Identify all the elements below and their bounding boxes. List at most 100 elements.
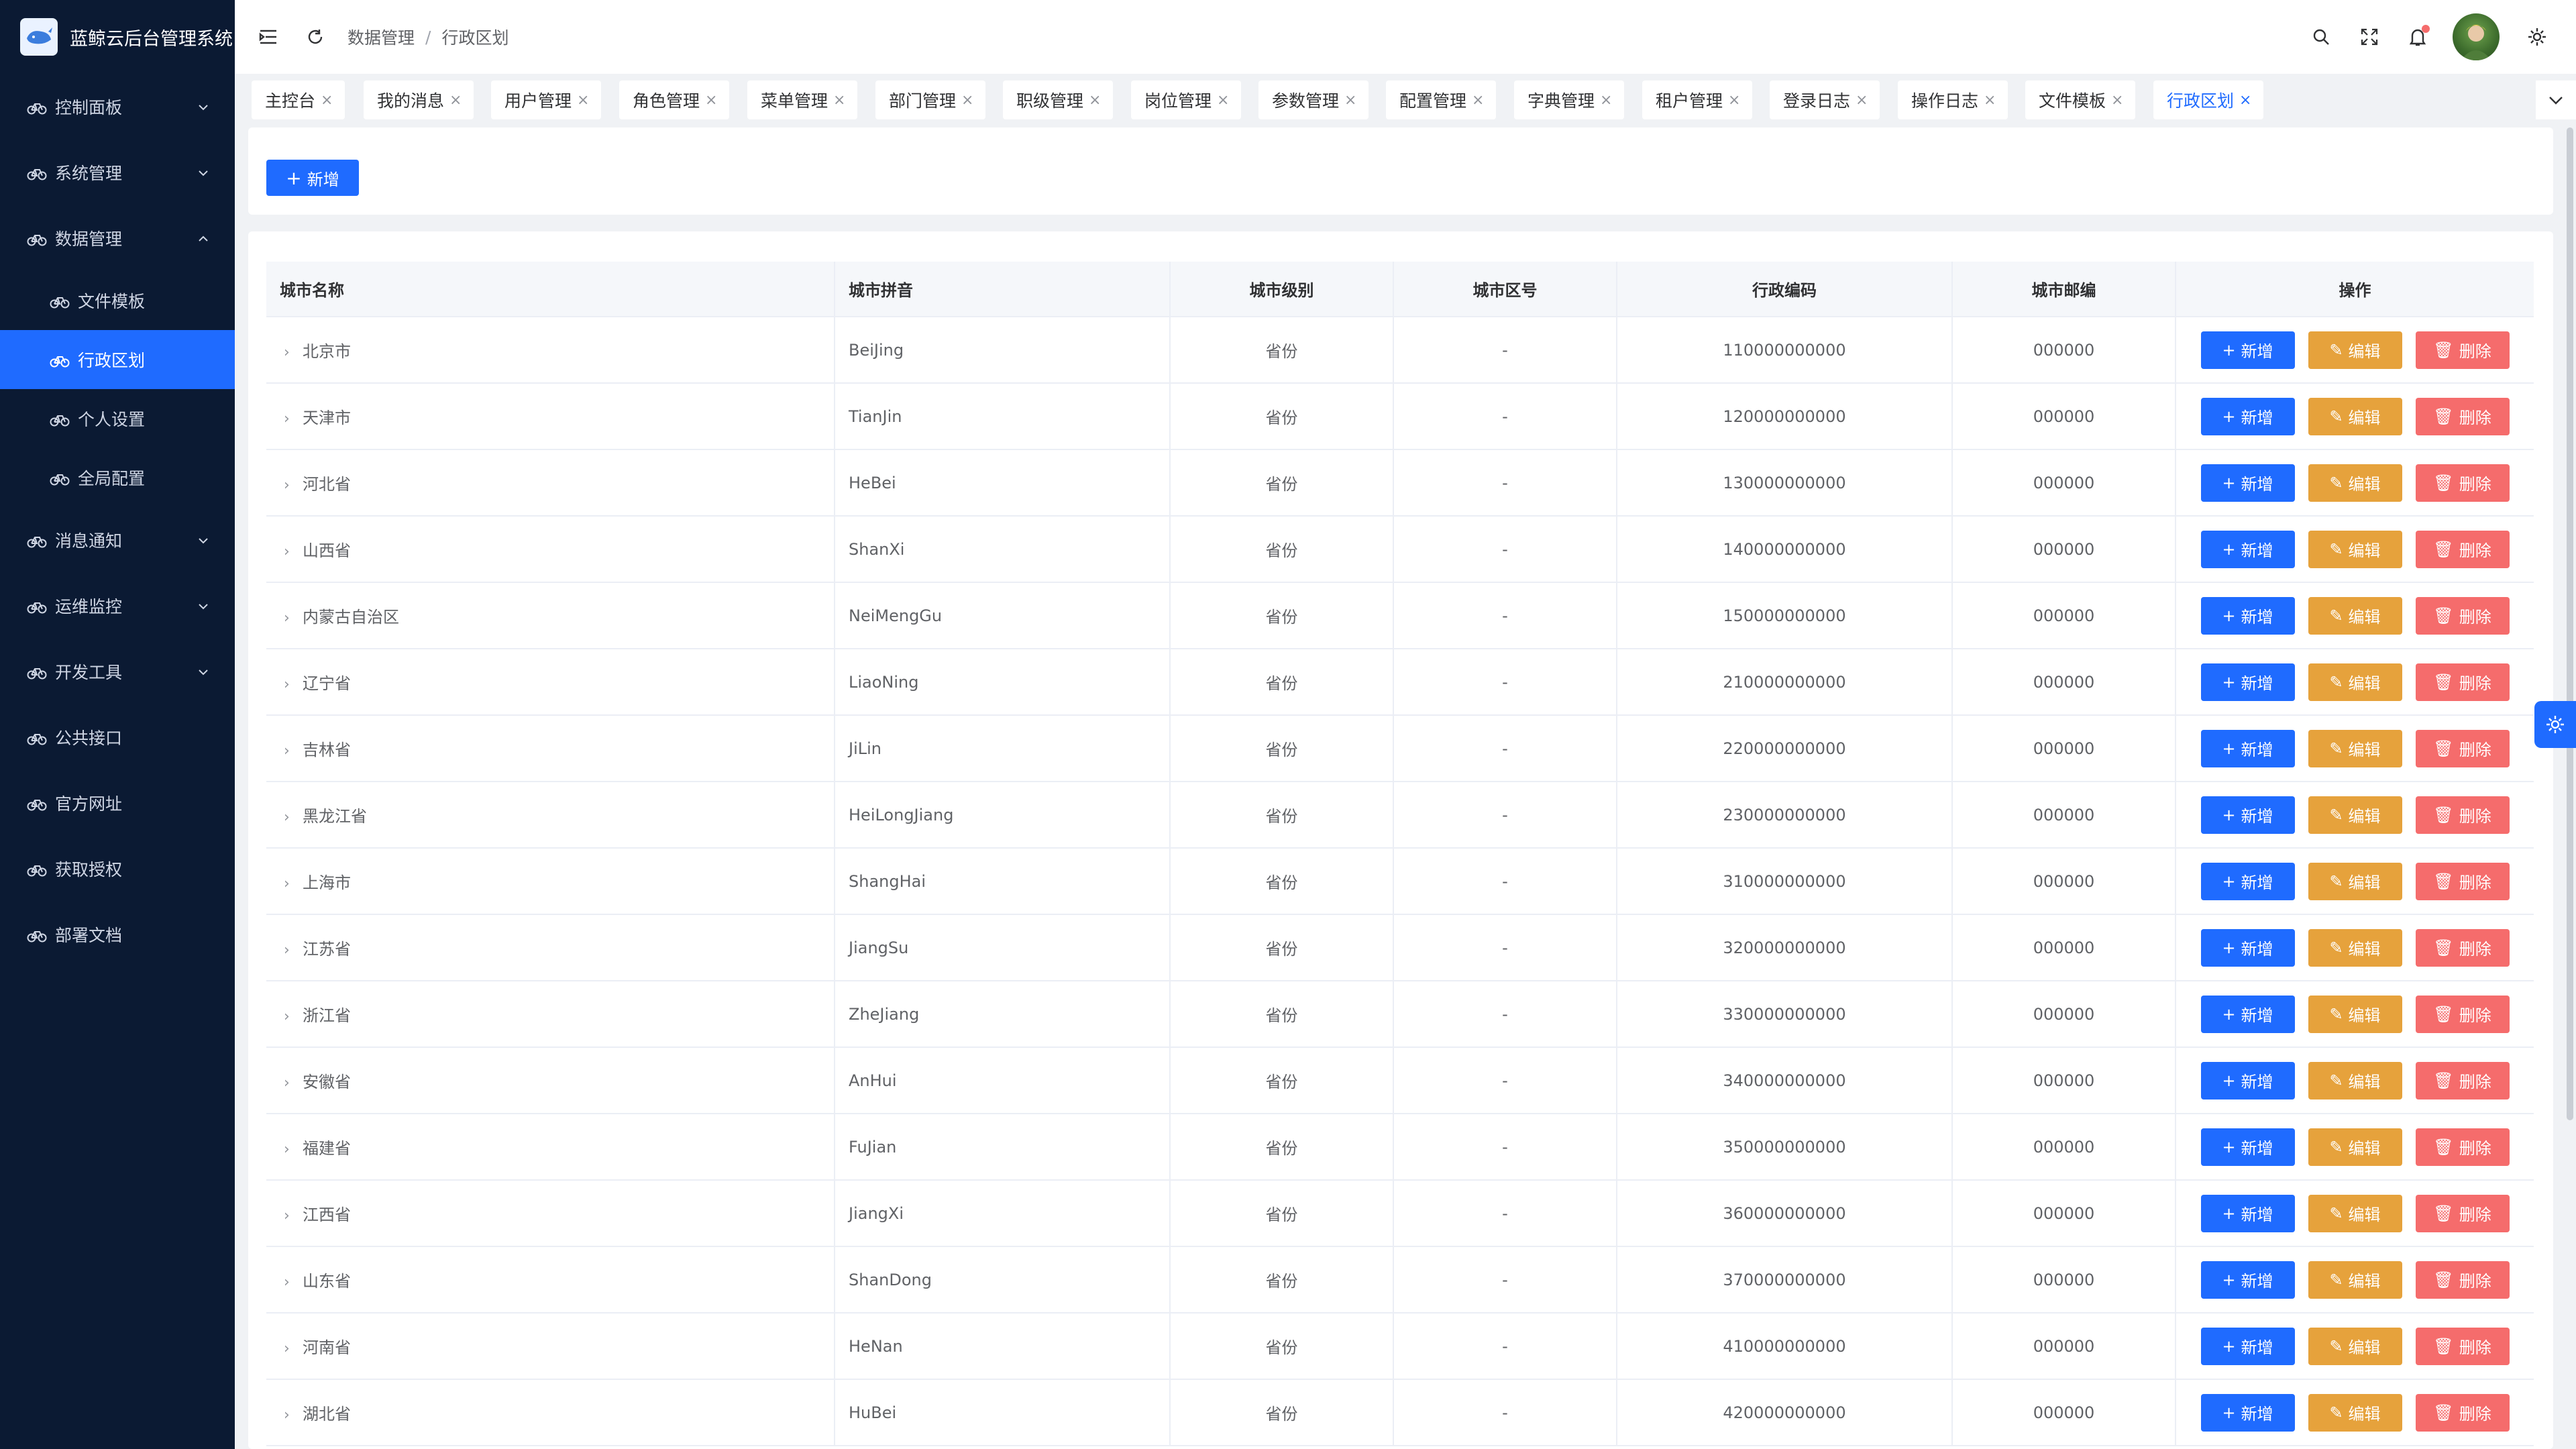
row-delete-button[interactable]: 🗑 删除 (2415, 796, 2510, 834)
close-icon[interactable]: × (833, 92, 845, 109)
row-edit-button[interactable]: ✎ 编辑 (2308, 331, 2402, 369)
row-delete-button[interactable]: 🗑 删除 (2415, 1393, 2510, 1432)
close-icon[interactable]: × (1344, 92, 1356, 109)
row-delete-button[interactable]: 🗑 删除 (2415, 464, 2510, 502)
row-delete-button[interactable]: 🗑 删除 (2415, 928, 2510, 967)
row-delete-button[interactable]: 🗑 删除 (2415, 1327, 2510, 1365)
expand-arrow-icon[interactable]: › (284, 477, 294, 494)
expand-arrow-icon[interactable]: › (284, 676, 294, 693)
close-icon[interactable]: × (577, 92, 589, 109)
bell-icon[interactable] (2406, 25, 2430, 49)
close-icon[interactable]: × (1600, 92, 1612, 109)
expand-arrow-icon[interactable]: › (284, 942, 294, 959)
expand-arrow-icon[interactable]: › (284, 1340, 294, 1357)
scrollbar-thumb[interactable] (2567, 127, 2573, 1120)
sidebar-item[interactable]: 开发工具 (0, 639, 235, 704)
expand-arrow-icon[interactable]: › (284, 1075, 294, 1091)
add-button[interactable]: + 新增 (266, 160, 359, 196)
row-delete-button[interactable]: 🗑 删除 (2415, 663, 2510, 701)
tab[interactable]: 租户管理 × (1642, 80, 1753, 119)
row-add-button[interactable]: + 新增 (2200, 1327, 2295, 1365)
sidebar-subitem[interactable]: 个人设置 (0, 389, 235, 448)
close-icon[interactable]: × (1472, 92, 1484, 109)
row-edit-button[interactable]: ✎ 编辑 (2308, 464, 2402, 502)
row-add-button[interactable]: + 新增 (2200, 663, 2295, 701)
row-delete-button[interactable]: 🗑 删除 (2415, 995, 2510, 1033)
row-add-button[interactable]: + 新增 (2200, 1061, 2295, 1099)
row-delete-button[interactable]: 🗑 删除 (2415, 1260, 2510, 1299)
row-edit-button[interactable]: ✎ 编辑 (2308, 1260, 2402, 1299)
row-edit-button[interactable]: ✎ 编辑 (2308, 1327, 2402, 1365)
expand-arrow-icon[interactable]: › (284, 743, 294, 759)
expand-arrow-icon[interactable]: › (284, 344, 294, 361)
sidebar-subitem[interactable]: 文件模板 (0, 271, 235, 330)
row-delete-button[interactable]: 🗑 删除 (2415, 862, 2510, 900)
expand-arrow-icon[interactable]: › (284, 809, 294, 826)
tab[interactable]: 部门管理 × (875, 80, 986, 119)
row-add-button[interactable]: + 新增 (2200, 1194, 2295, 1232)
row-add-button[interactable]: + 新增 (2200, 729, 2295, 767)
row-add-button[interactable]: + 新增 (2200, 1260, 2295, 1299)
tab[interactable]: 角色管理 × (619, 80, 730, 119)
row-edit-button[interactable]: ✎ 编辑 (2308, 1128, 2402, 1166)
close-icon[interactable]: × (449, 92, 462, 109)
breadcrumb-item[interactable]: 数据管理 (347, 25, 415, 49)
sidebar-item[interactable]: 消息通知 (0, 507, 235, 573)
sidebar-subitem[interactable]: 全局配置 (0, 448, 235, 507)
tab[interactable]: 参数管理 × (1258, 80, 1369, 119)
expand-arrow-icon[interactable]: › (284, 1141, 294, 1158)
close-icon[interactable]: × (1856, 92, 1868, 109)
row-add-button[interactable]: + 新增 (2200, 397, 2295, 435)
row-add-button[interactable]: + 新增 (2200, 331, 2295, 369)
row-delete-button[interactable]: 🗑 删除 (2415, 1061, 2510, 1099)
sidebar-item[interactable]: 运维监控 (0, 573, 235, 639)
row-add-button[interactable]: + 新增 (2200, 995, 2295, 1033)
row-edit-button[interactable]: ✎ 编辑 (2308, 995, 2402, 1033)
sidebar-item[interactable]: 系统管理 (0, 140, 235, 205)
row-edit-button[interactable]: ✎ 编辑 (2308, 1061, 2402, 1099)
app-logo[interactable]: 蓝鲸云后台管理系统 (0, 0, 235, 74)
expand-arrow-icon[interactable]: › (284, 1274, 294, 1291)
close-icon[interactable]: × (1089, 92, 1101, 109)
expand-arrow-icon[interactable]: › (284, 1008, 294, 1025)
floating-settings-button[interactable] (2534, 701, 2576, 748)
expand-arrow-icon[interactable]: › (284, 875, 294, 892)
row-edit-button[interactable]: ✎ 编辑 (2308, 1194, 2402, 1232)
expand-arrow-icon[interactable]: › (284, 610, 294, 627)
settings-icon[interactable] (2525, 25, 2549, 49)
row-add-button[interactable]: + 新增 (2200, 796, 2295, 834)
tab[interactable]: 登录日志 × (1770, 80, 1880, 119)
avatar[interactable] (2453, 13, 2500, 60)
row-add-button[interactable]: + 新增 (2200, 1393, 2295, 1432)
tab[interactable]: 字典管理 × (1514, 80, 1625, 119)
tab[interactable]: 菜单管理 × (747, 80, 858, 119)
row-delete-button[interactable]: 🗑 删除 (2415, 331, 2510, 369)
tab[interactable]: 配置管理 × (1386, 80, 1497, 119)
page-scrollbar[interactable] (2564, 127, 2576, 1449)
row-edit-button[interactable]: ✎ 编辑 (2308, 862, 2402, 900)
close-icon[interactable]: × (961, 92, 973, 109)
tab[interactable]: 用户管理 × (491, 80, 602, 119)
row-edit-button[interactable]: ✎ 编辑 (2308, 1393, 2402, 1432)
row-delete-button[interactable]: 🗑 删除 (2415, 1128, 2510, 1166)
row-edit-button[interactable]: ✎ 编辑 (2308, 530, 2402, 568)
row-edit-button[interactable]: ✎ 编辑 (2308, 663, 2402, 701)
close-icon[interactable]: × (1984, 92, 1996, 109)
refresh-icon[interactable] (303, 25, 327, 49)
sidebar-item[interactable]: 部署文档 (0, 902, 235, 967)
row-edit-button[interactable]: ✎ 编辑 (2308, 928, 2402, 967)
row-add-button[interactable]: + 新增 (2200, 596, 2295, 635)
close-icon[interactable]: × (2239, 92, 2251, 109)
sidebar-item[interactable]: 官方网址 (0, 770, 235, 836)
tab[interactable]: 行政区划 × (2153, 80, 2264, 119)
row-add-button[interactable]: + 新增 (2200, 862, 2295, 900)
sidebar-subitem[interactable]: 行政区划 (0, 330, 235, 389)
row-delete-button[interactable]: 🗑 删除 (2415, 530, 2510, 568)
sidebar-item[interactable]: 获取授权 (0, 836, 235, 902)
tab[interactable]: 岗位管理 × (1131, 80, 1242, 119)
row-edit-button[interactable]: ✎ 编辑 (2308, 796, 2402, 834)
tab[interactable]: 我的消息 × (364, 80, 474, 119)
row-add-button[interactable]: + 新增 (2200, 1128, 2295, 1166)
row-add-button[interactable]: + 新增 (2200, 530, 2295, 568)
row-delete-button[interactable]: 🗑 删除 (2415, 397, 2510, 435)
